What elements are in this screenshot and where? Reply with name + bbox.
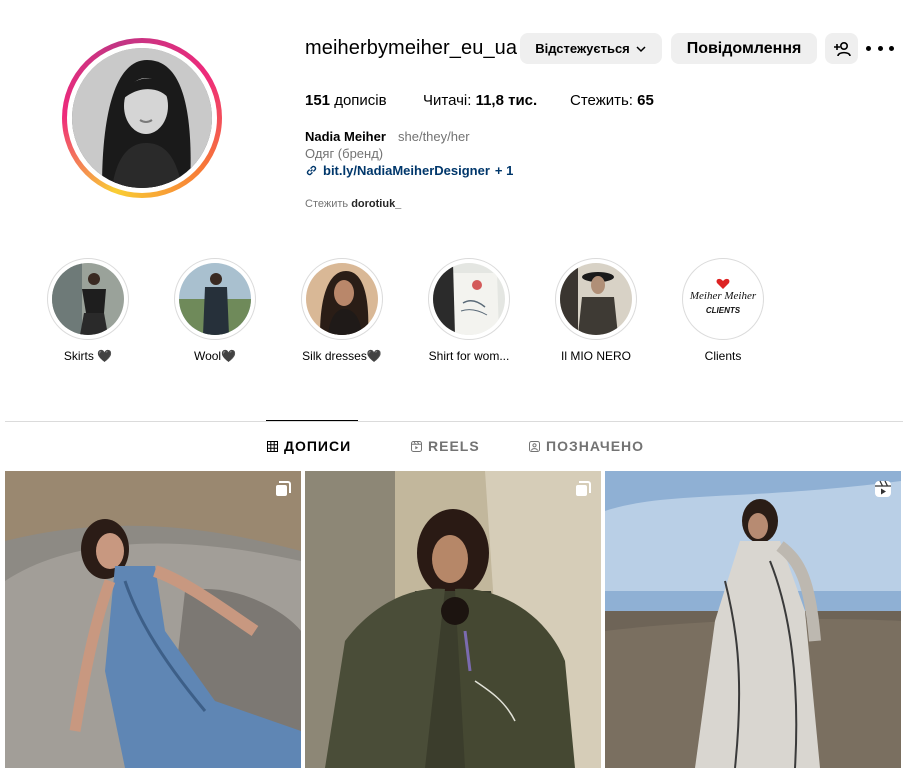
- profile-link-extra: + 1: [494, 163, 514, 178]
- chevron-down-icon: [636, 45, 646, 52]
- carousel-icon: [576, 481, 591, 496]
- highlight-cover-logo: Meiher Meiher CLIENTS: [687, 263, 759, 335]
- highlight-label: Silk dresses🖤: [302, 349, 382, 363]
- reel-icon: [875, 480, 891, 497]
- highlight-shirt[interactable]: Shirt for wom...: [424, 258, 514, 363]
- profile-display-name: Nadia Meiher: [305, 129, 386, 144]
- avatar-photo: [72, 48, 212, 188]
- brand-logo-subtext: CLIENTS: [706, 306, 741, 315]
- post-image-denim-dress: [5, 471, 301, 768]
- highlight-label: Shirt for wom...: [428, 349, 510, 363]
- post-thumbnail[interactable]: [605, 471, 901, 768]
- followed-by-label: Стежить: [305, 198, 349, 210]
- profile-username: meiherbymeiher_eu_ua: [305, 37, 518, 59]
- highlight-label: Skirts 🖤: [63, 349, 113, 363]
- more-options-button[interactable]: [866, 36, 894, 60]
- tagged-icon: [529, 440, 540, 452]
- highlight-skirts[interactable]: Skirts 🖤: [43, 258, 133, 363]
- highlight-label: Il MIO NERO: [560, 349, 631, 363]
- post-image-printed-dress: [605, 471, 901, 768]
- following-button[interactable]: Відстежується: [520, 33, 662, 64]
- tab-reels-label: REELS: [428, 438, 480, 454]
- brand-logo-text: Meiher Meiher: [689, 290, 757, 302]
- followers-label: Читачі:: [423, 92, 472, 109]
- profile-link-text: bit.ly/NadiaMeiherDesigner: [323, 163, 490, 178]
- link-icon: [306, 165, 317, 176]
- posts-stat: 151 дописів: [305, 92, 387, 109]
- profile-link[interactable]: bit.ly/NadiaMeiherDesigner + 1: [305, 163, 513, 178]
- add-person-icon: [833, 41, 851, 56]
- tabs-divider: [5, 421, 903, 422]
- highlight-wool[interactable]: Wool🖤: [170, 258, 260, 363]
- more-dot-icon: [866, 45, 871, 51]
- more-dot-icon: [889, 45, 894, 51]
- post-image-olive-shirt: [305, 471, 601, 768]
- following-stat[interactable]: Стежить: 65: [570, 92, 654, 109]
- grid-icon: [267, 440, 278, 452]
- post-thumbnail[interactable]: [5, 471, 301, 768]
- highlight-clients[interactable]: Meiher Meiher CLIENTS Clients: [678, 258, 768, 363]
- highlight-cover: [52, 263, 124, 335]
- highlight-il-mio-nero[interactable]: Il MIO NERO: [551, 258, 641, 363]
- profile-pronouns: she/they/her: [398, 129, 470, 144]
- followed-by[interactable]: Стежить dorotiuk_: [305, 198, 401, 210]
- highlight-cover: [179, 263, 251, 335]
- followers-count: 11,8 тис.: [475, 92, 538, 109]
- highlight-cover: [306, 263, 378, 335]
- active-tab-indicator: [266, 420, 358, 421]
- following-button-label: Відстежується: [535, 41, 630, 56]
- tab-tagged[interactable]: ПОЗНАЧЕНО: [529, 438, 644, 454]
- profile-category: Одяг (бренд): [305, 146, 384, 161]
- suggest-users-button[interactable]: [825, 33, 858, 64]
- posts-count: 151: [305, 92, 331, 109]
- tab-reels[interactable]: REELS: [411, 438, 480, 454]
- tab-posts-label: ДОПИСИ: [284, 438, 352, 454]
- message-button[interactable]: Повідомлення: [671, 33, 817, 64]
- more-dot-icon: [877, 45, 883, 51]
- message-button-label: Повідомлення: [686, 39, 802, 57]
- tab-posts[interactable]: ДОПИСИ: [267, 438, 351, 454]
- carousel-icon: [276, 481, 291, 496]
- tab-tagged-label: ПОЗНАЧЕНО: [546, 438, 645, 454]
- profile-avatar[interactable]: [62, 38, 222, 198]
- highlight-label: Clients: [704, 349, 742, 363]
- reels-icon: [411, 440, 422, 452]
- followed-by-user: dorotiuk_: [351, 198, 402, 210]
- highlight-label: Wool🖤: [193, 349, 237, 363]
- highlight-cover: [433, 263, 505, 335]
- highlight-silk-dresses[interactable]: Silk dresses🖤: [297, 258, 387, 363]
- following-count: 65: [637, 92, 654, 109]
- following-label: Стежить:: [570, 92, 633, 109]
- followers-stat[interactable]: Читачі: 11,8 тис.: [423, 92, 537, 109]
- avatar-border: [67, 43, 217, 193]
- posts-label: дописів: [334, 92, 387, 109]
- post-thumbnail[interactable]: [305, 471, 601, 768]
- highlight-cover: [560, 263, 632, 335]
